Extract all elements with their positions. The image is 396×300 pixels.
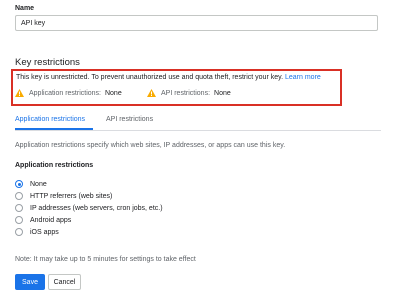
radio-label: IP addresses (web servers, cron jobs, et… [30, 204, 163, 212]
radio-label: iOS apps [30, 228, 59, 236]
application-restrictions-value: None [104, 89, 122, 97]
radio-option-android-apps[interactable]: Android apps [15, 216, 71, 224]
radio-button[interactable] [15, 228, 23, 236]
save-button[interactable]: Save [15, 274, 45, 290]
warning-message: This key is unrestricted. To prevent una… [16, 74, 284, 81]
name-input[interactable]: API key [15, 15, 378, 31]
cancel-button[interactable]: Cancel [48, 274, 81, 290]
radio-option-none[interactable]: None [15, 180, 47, 188]
restrictions-description: Application restrictions specify which w… [15, 142, 286, 149]
radio-option-http-referrers[interactable]: HTTP referrers (web sites) [15, 192, 112, 200]
radio-option-ip-addresses[interactable]: IP addresses (web servers, cron jobs, et… [15, 204, 163, 212]
learn-more-link[interactable]: Learn more [285, 74, 321, 81]
tab-application-restrictions[interactable]: Application restrictions [15, 116, 85, 123]
name-label: Name [15, 5, 35, 12]
api-restrictions-label: API restrictions: [161, 89, 211, 97]
application-restrictions-label: Application restrictions: [29, 89, 101, 97]
radio-button[interactable] [15, 216, 23, 224]
radio-button[interactable] [15, 204, 23, 212]
radio-label: Android apps [30, 216, 72, 224]
unrestricted-warning: This key is unrestricted. To prevent una… [16, 74, 321, 81]
radio-label: HTTP referrers (web sites) [30, 192, 113, 200]
radio-button[interactable] [15, 192, 23, 200]
radio-label: None [30, 180, 47, 188]
application-restrictions-status: Application restrictions: None [15, 89, 122, 97]
settings-note: Note: It may take up to 5 minutes for se… [15, 256, 196, 263]
api-restrictions-value: None [214, 89, 231, 97]
warning-icon [15, 89, 24, 97]
api-restrictions-status: API restrictions: None [147, 89, 231, 97]
radio-option-ios-apps[interactable]: iOS apps [15, 228, 59, 236]
tab-divider [15, 130, 381, 131]
restriction-group-label: Application restrictions [15, 162, 94, 169]
key-restrictions-title: Key restrictions [15, 57, 80, 68]
radio-button[interactable] [15, 180, 23, 188]
tab-api-restrictions[interactable]: API restrictions [106, 116, 153, 123]
warning-icon [147, 89, 156, 97]
